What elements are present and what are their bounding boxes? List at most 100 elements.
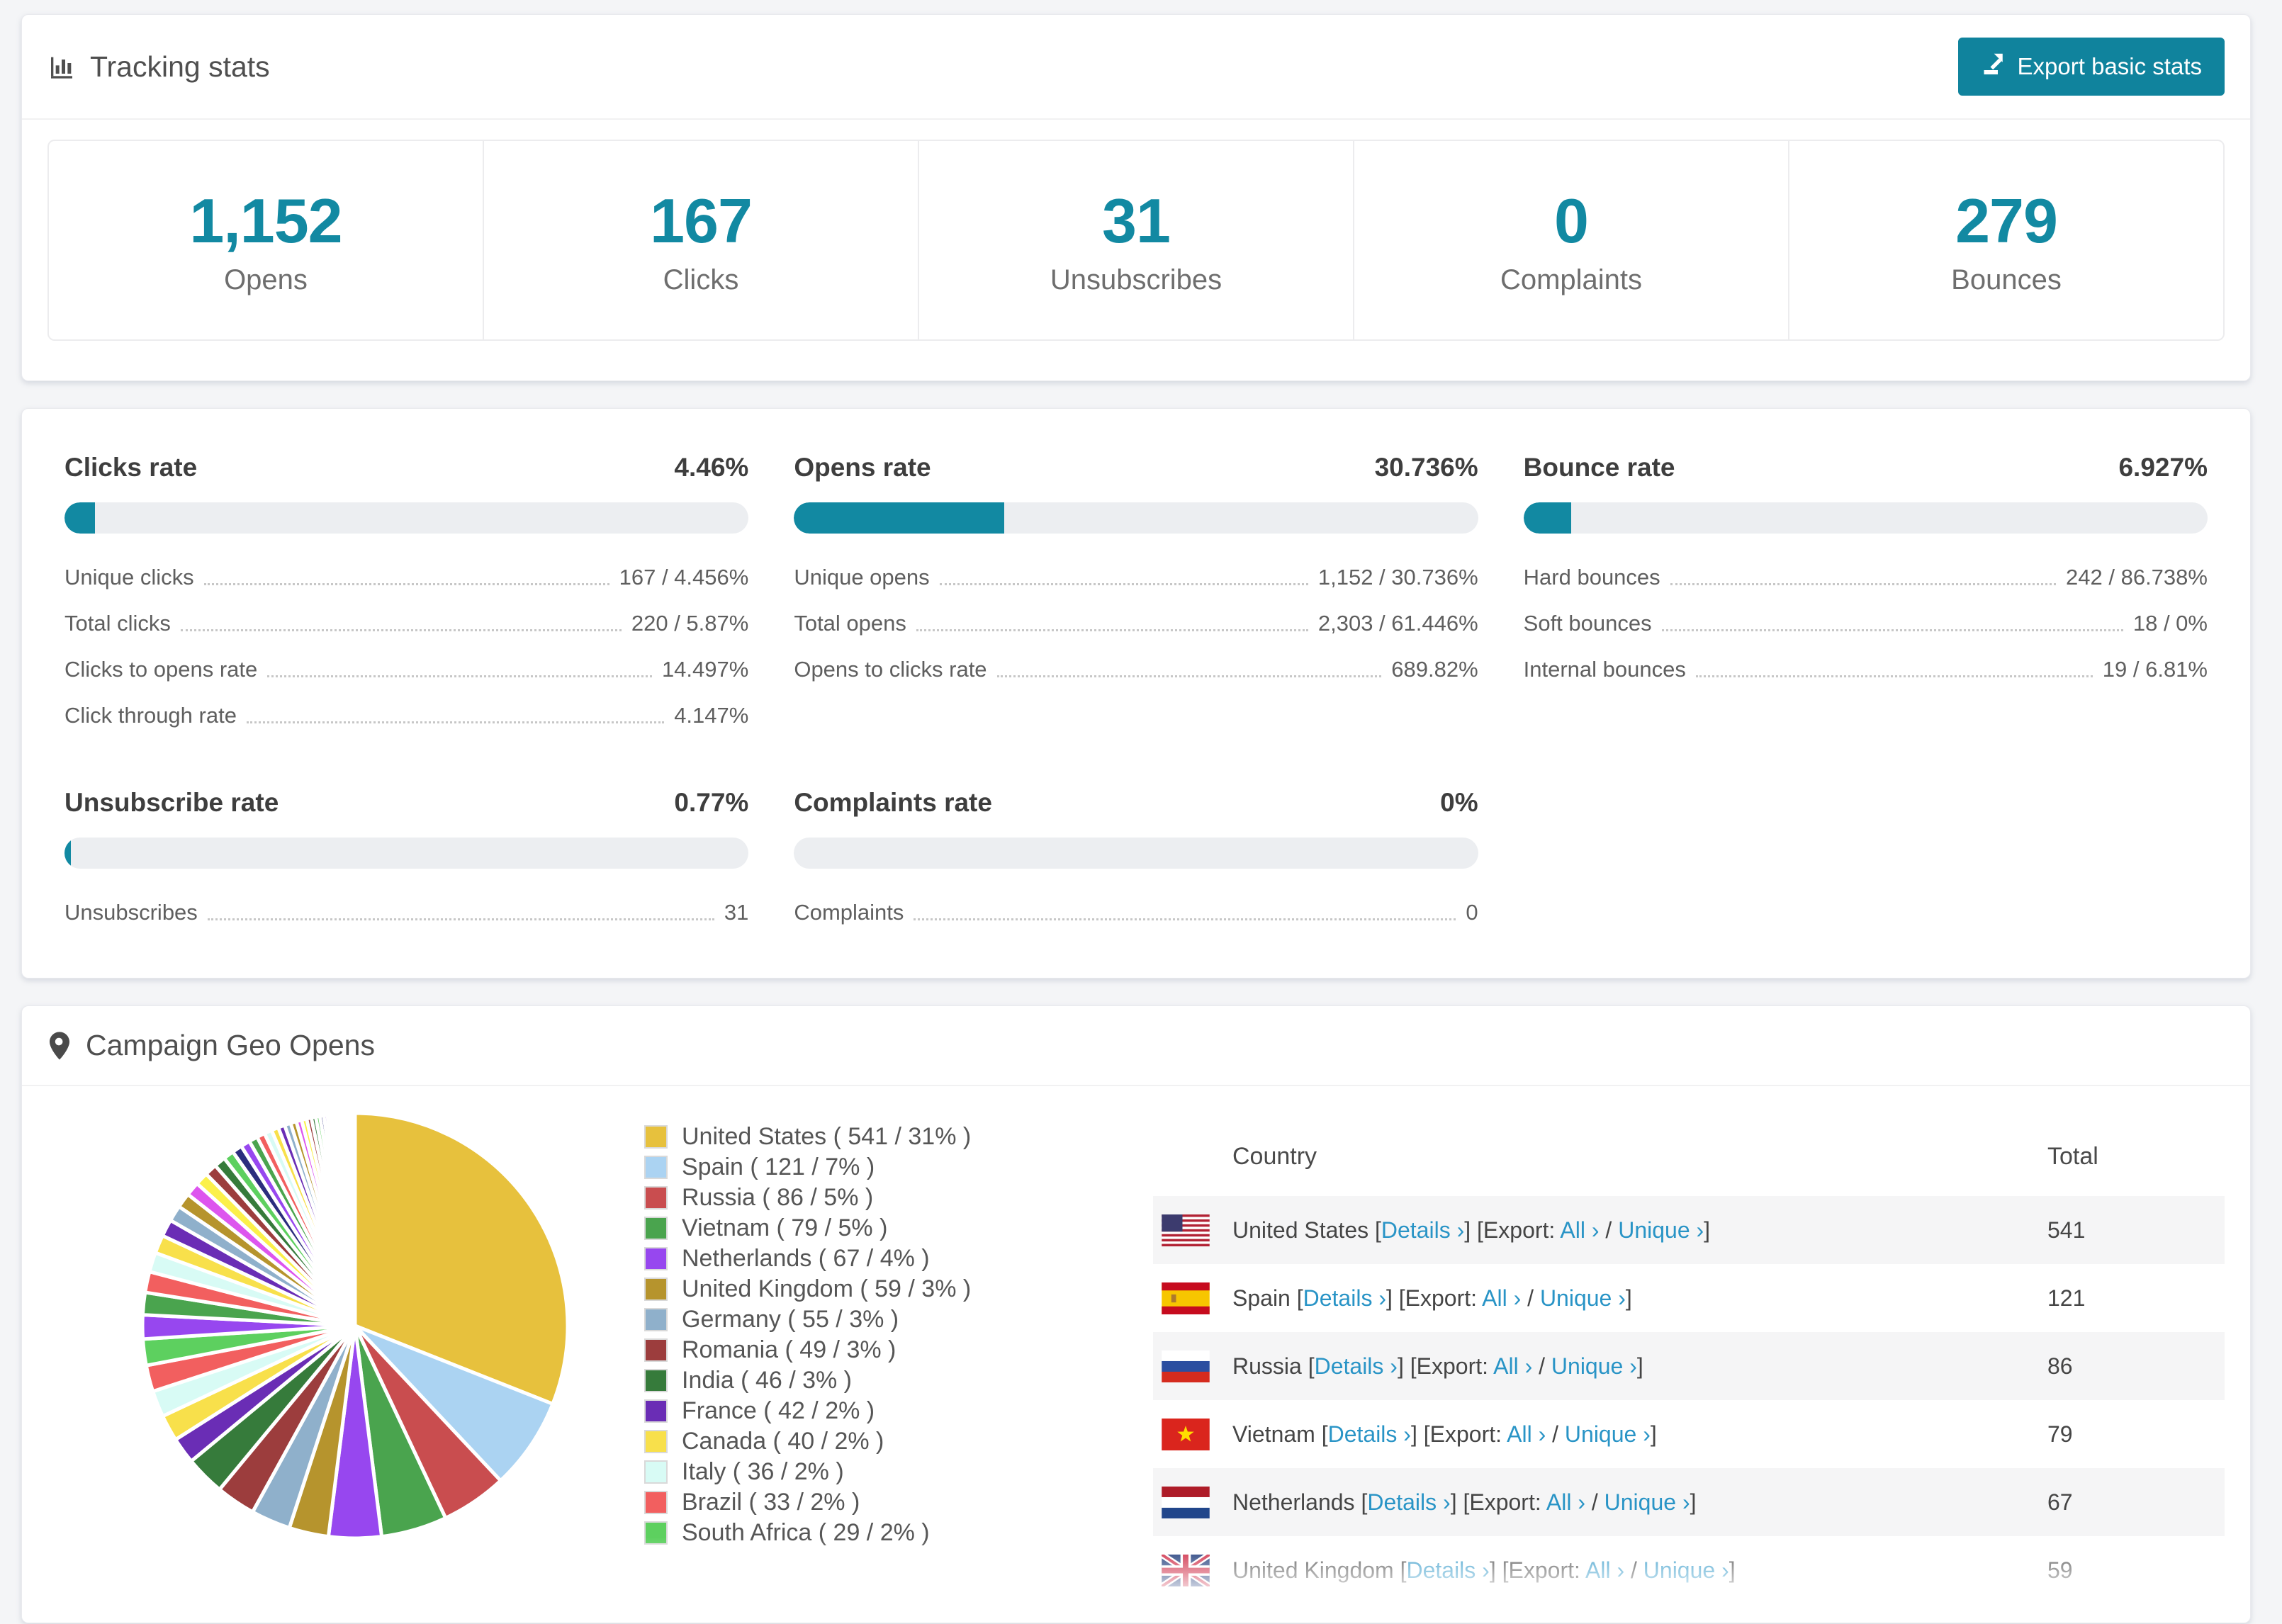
legend-item: France ( 42 / 2% ): [644, 1396, 971, 1426]
rate-section-value: 30.736%: [1374, 453, 1478, 482]
table-row: Russia [Details ›] [Export: All › / Uniq…: [1153, 1332, 2225, 1400]
export-all-link[interactable]: All ›: [1507, 1421, 1546, 1447]
tracking-stats-card: Tracking stats Export basic stats 1,152 O…: [21, 14, 2251, 381]
legend-item: South Africa ( 29 / 2% ): [644, 1518, 971, 1548]
stat-unsubscribes: 31 Unsubscribes: [919, 141, 1354, 339]
rate-progress-fill: [64, 838, 71, 869]
rate-section-value: 4.46%: [674, 453, 749, 482]
export-unique-link[interactable]: Unique ›: [1551, 1353, 1637, 1379]
legend-item: Germany ( 55 / 3% ): [644, 1304, 971, 1335]
export-unique-link[interactable]: Unique ›: [1565, 1421, 1651, 1447]
stats-box: 1,152 Opens 167 Clicks 31 Unsubscribes 0 Compla…: [47, 140, 2225, 341]
geo-title-text: Campaign Geo Opens: [86, 1029, 375, 1061]
details-link[interactable]: Details ›: [1406, 1557, 1489, 1583]
export-all-link[interactable]: All ›: [1482, 1285, 1521, 1311]
flag-column-header: [1153, 1123, 1232, 1196]
legend-item: Russia ( 86 / 5% ): [644, 1183, 971, 1213]
rate-detail-value: 689.82%: [1391, 657, 1478, 682]
country-cell: Netherlands [Details ›] [Export: All › /…: [1232, 1468, 2047, 1536]
export-button-label: Export basic stats: [2017, 53, 2202, 79]
details-link[interactable]: Details ›: [1381, 1217, 1464, 1243]
country-cell-text: ]: [1690, 1489, 1697, 1515]
country-cell-text: /: [1532, 1353, 1551, 1379]
rate-section-title: Clicks rate: [64, 453, 198, 482]
export-all-link[interactable]: All ›: [1560, 1217, 1599, 1243]
export-basic-stats-button[interactable]: Export basic stats: [1957, 38, 2225, 96]
country-cell-text: ] [Export:: [1386, 1285, 1483, 1311]
rate-detail-value: 242 / 86.738%: [2066, 565, 2208, 590]
country-cell-text: ] [Export:: [1410, 1421, 1507, 1447]
legend-swatch: [644, 1217, 668, 1240]
legend-swatch: [644, 1278, 668, 1301]
rate-detail-label: Clicks to opens rate: [64, 657, 258, 682]
details-link[interactable]: Details ›: [1328, 1421, 1411, 1447]
legend-swatch: [644, 1186, 668, 1209]
legend-label: Romania ( 49 / 3% ): [682, 1336, 896, 1363]
export-all-link[interactable]: All ›: [1585, 1557, 1624, 1583]
rate-detail-value: 14.497%: [661, 657, 749, 682]
ru-flag-icon: [1153, 1332, 1232, 1400]
rate-detail-value: 167 / 4.456%: [619, 565, 749, 590]
total-cell: 59: [2047, 1557, 2073, 1583]
country-cell-text: /: [1599, 1217, 1619, 1243]
rate-detail-label: Unsubscribes: [64, 900, 198, 925]
rate-detail-label: Soft bounces: [1523, 611, 1652, 636]
rate-section-head: Complaints rate 0%: [794, 788, 1478, 818]
country-cell-text: Spain [: [1232, 1285, 1303, 1311]
rate-section-title: Opens rate: [794, 453, 931, 482]
rate-detail-row: Unique opens 1,152 / 30.736%: [794, 565, 1478, 590]
tracking-stats-title: Tracking stats: [47, 50, 270, 84]
legend-label: South Africa ( 29 / 2% ): [682, 1519, 930, 1546]
geo-table-header-row: Country Total: [1153, 1123, 2225, 1196]
table-row: Vietnam [Details ›] [Export: All › / Uni…: [1153, 1400, 2225, 1468]
geo-header: Campaign Geo Opens: [22, 1006, 2250, 1086]
rate-progress-track: [64, 838, 749, 869]
rate-progress-track: [794, 838, 1478, 869]
legend-label: United States ( 541 / 31% ): [682, 1123, 972, 1150]
rate-progress-track: [64, 502, 749, 534]
rate-detail-row: Total clicks 220 / 5.87%: [64, 611, 748, 636]
rate-detail-value: 31: [724, 900, 749, 925]
dotted-leader: [246, 721, 665, 723]
country-cell: Spain [Details ›] [Export: All › / Uniqu…: [1232, 1264, 2047, 1332]
export-unique-link[interactable]: Unique ›: [1643, 1557, 1729, 1583]
country-cell-text: /: [1585, 1489, 1604, 1515]
rate-progress-fill: [794, 502, 1005, 534]
legend-label: Brazil ( 33 / 2% ): [682, 1489, 860, 1516]
table-row: United States [Details ›] [Export: All ›…: [1153, 1196, 2225, 1264]
export-all-link[interactable]: All ›: [1546, 1489, 1585, 1515]
tracking-stats-header: Tracking stats Export basic stats: [22, 15, 2250, 120]
de-flag-icon: [1153, 1604, 1232, 1623]
country-cell-text: /: [1521, 1285, 1540, 1311]
geo-table: Country Total United States [Details ›] …: [1153, 1123, 2225, 1623]
total-cell: [2047, 1604, 2225, 1623]
total-cell: 79: [2047, 1421, 2073, 1447]
rate-section-title: Bounce rate: [1523, 453, 1675, 482]
country-cell-text: Russia [: [1232, 1353, 1315, 1379]
total-cell: 86: [2047, 1353, 2073, 1379]
legend-swatch: [644, 1430, 668, 1453]
details-link[interactable]: Details ›: [1303, 1285, 1386, 1311]
table-row: [1153, 1604, 2225, 1623]
details-link[interactable]: Details ›: [1367, 1489, 1450, 1515]
legend-label: France ( 42 / 2% ): [682, 1397, 875, 1424]
us-flag-icon: [1153, 1196, 1232, 1264]
rate-detail-value: 4.147%: [674, 703, 749, 728]
stat-value: 1,152: [189, 185, 342, 256]
campaign-geo-opens-card: Campaign Geo Opens United States ( 541 /…: [21, 1005, 2251, 1623]
dotted-leader: [207, 918, 714, 920]
export-unique-link[interactable]: Unique ›: [1540, 1285, 1626, 1311]
rate-detail-row: Unique clicks 167 / 4.456%: [64, 565, 748, 590]
total-cell: 121: [2047, 1285, 2086, 1311]
rate-detail-row: Click through rate 4.147%: [64, 703, 748, 728]
export-unique-link[interactable]: Unique ›: [1604, 1489, 1690, 1515]
export-all-link[interactable]: All ›: [1493, 1353, 1532, 1379]
export-unique-link[interactable]: Unique ›: [1618, 1217, 1704, 1243]
stat-label: Unsubscribes: [1050, 264, 1222, 295]
gb-flag-icon: [1153, 1536, 1232, 1604]
stat-complaints: 0 Complaints: [1354, 141, 1789, 339]
rate-detail-value: 1,152 / 30.736%: [1317, 565, 1478, 590]
details-link[interactable]: Details ›: [1315, 1353, 1398, 1379]
rate-detail-value: 2,303 / 61.446%: [1317, 611, 1478, 636]
dotted-leader: [267, 675, 652, 677]
